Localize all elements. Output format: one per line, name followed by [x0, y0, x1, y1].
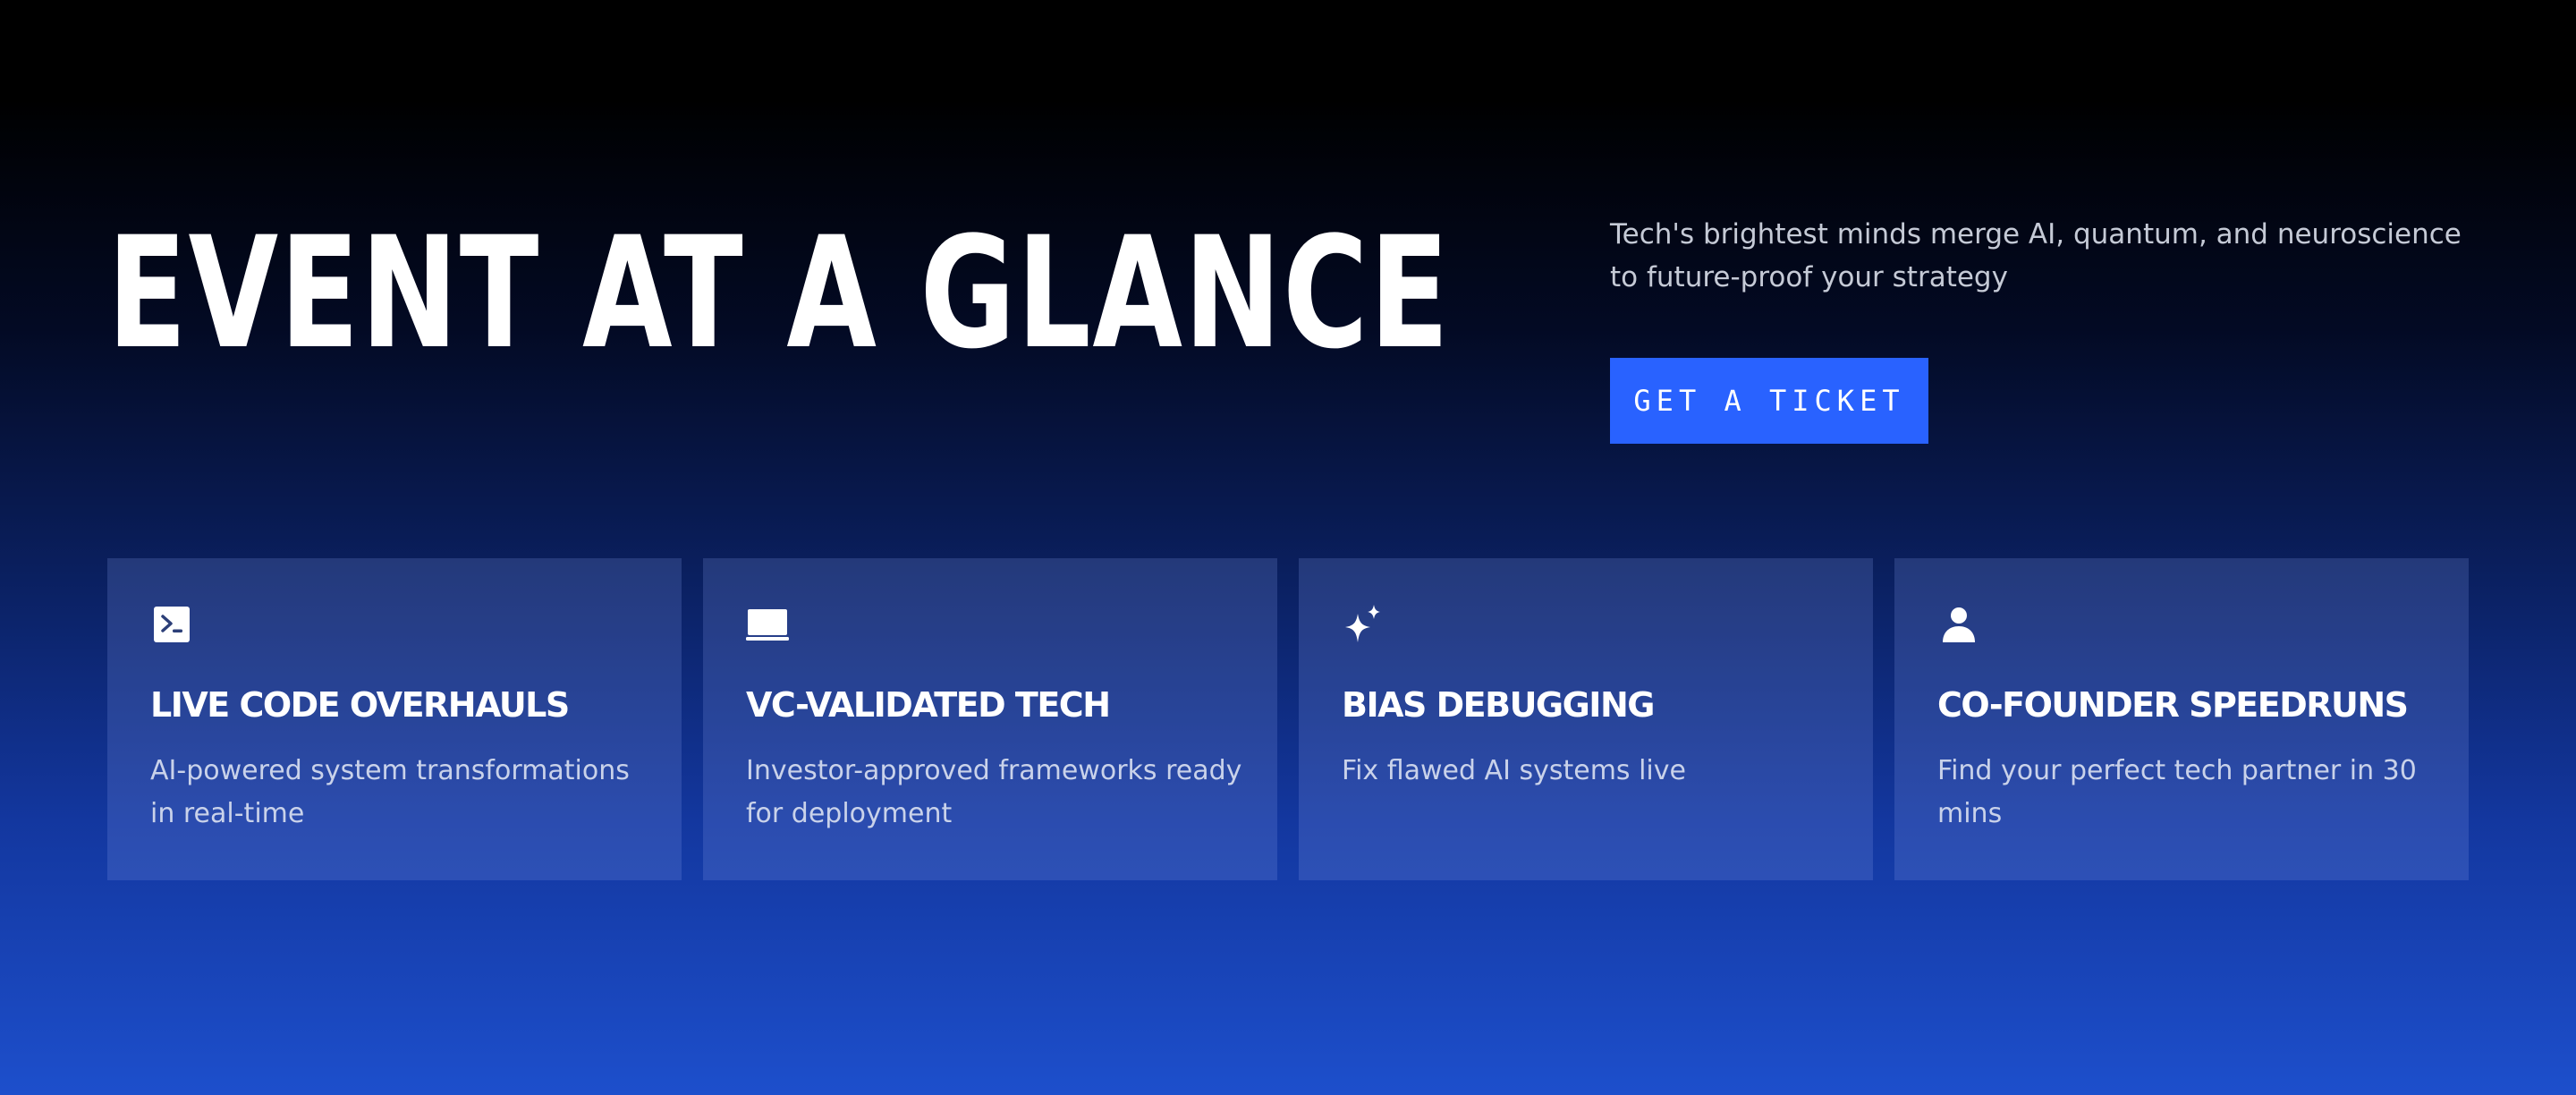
hero-subtitle: Tech's brightest minds merge AI, quantum…	[1610, 218, 2462, 293]
feature-card-vc-validated-tech: VC-VALIDATED TECH Investor-approved fram…	[703, 558, 1277, 880]
user-icon	[1937, 603, 1980, 646]
feature-title: LIVE CODE OVERHAULS	[150, 685, 570, 725]
feature-title: CO-FOUNDER SPEEDRUNS	[1937, 685, 2409, 725]
terminal-icon	[150, 603, 193, 646]
event-overview-section: EVENT AT A GLANCE Tech's brightest minds…	[0, 0, 2576, 1095]
laptop-icon	[746, 603, 789, 646]
sparkles-icon	[1342, 603, 1385, 646]
feature-card-co-founder-speedruns: CO-FOUNDER SPEEDRUNS Find your perfect t…	[1894, 558, 2469, 880]
feature-card-live-code-overhauls: LIVE CODE OVERHAULS AI-powered system tr…	[107, 558, 682, 880]
feature-card-bias-debugging: BIAS DEBUGGING Fix flawed AI systems liv…	[1299, 558, 1873, 880]
feature-title: VC-VALIDATED TECH	[746, 685, 1111, 725]
feature-description: AI-powered system transformations in rea…	[150, 755, 630, 829]
feature-description: Investor-approved frameworks ready for d…	[746, 755, 1242, 829]
feature-cards: LIVE CODE OVERHAULS AI-powered system tr…	[107, 558, 2469, 880]
feature-title: BIAS DEBUGGING	[1342, 685, 1655, 725]
page-title: EVENT AT A GLANCE	[107, 203, 1451, 383]
feature-description: Find your perfect tech partner in 30 min…	[1937, 755, 2417, 829]
get-ticket-button[interactable]: GET A TICKET	[1610, 358, 1928, 444]
feature-description: Fix flawed AI systems live	[1342, 755, 1686, 786]
